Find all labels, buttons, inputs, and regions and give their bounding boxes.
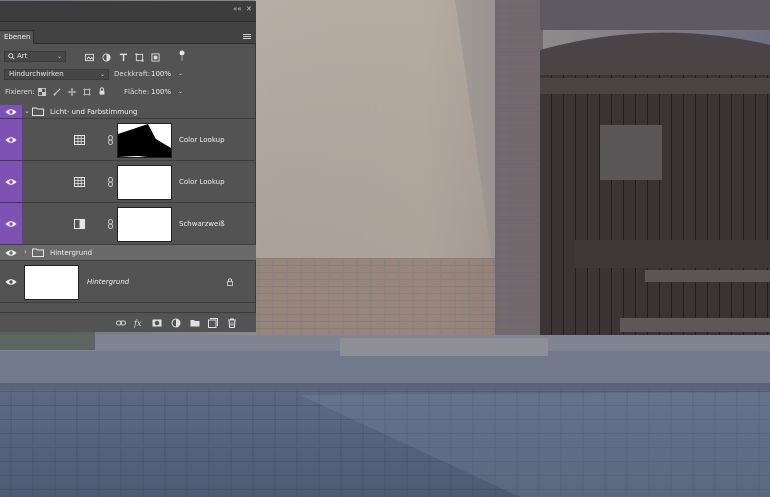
lock-row: Fixieren: Fläche: 100% ⌄ [0,86,256,100]
eye-icon [5,179,17,185]
layer-group-row[interactable]: ⌄ Licht- und Farbstimmung [0,105,256,119]
layer-mask-thumbnail[interactable] [117,165,172,200]
layer-name[interactable]: Schwarzweiß [179,220,225,228]
layer-visibility-toggle[interactable] [0,203,22,244]
table-grid-icon [74,135,85,145]
fill-label: Fläche: [124,88,150,96]
link-icon[interactable] [108,135,113,145]
blend-row: Hindurchwirken ⌄ Deckkraft: 100% ⌄ [0,68,256,82]
layer-thumbnail[interactable] [24,265,79,300]
blend-mode-dropdown[interactable]: Hindurchwirken ⌄ [4,69,109,80]
close-panel-icon[interactable]: ✕ [246,5,252,13]
layer-name[interactable]: Licht- und Farbstimmung [50,108,137,116]
black-white-icon [74,219,85,229]
layer-row[interactable]: Color Lookup [0,119,256,161]
svg-text:fx: fx [134,319,142,328]
layer-mask-thumbnail[interactable] [117,207,172,242]
layer-row[interactable]: Schwarzweiß [0,203,256,245]
fx-icon[interactable]: fx [134,318,144,328]
chevron-down-icon: ⌄ [56,53,62,60]
opacity-slider-chevron-icon[interactable]: ⌄ [178,70,183,77]
layer-mask-thumbnail[interactable] [117,123,172,158]
shape-filter-icon[interactable] [135,53,144,62]
lock-icon [227,278,233,286]
lock-artboard-icon[interactable] [83,88,91,96]
smart-object-filter-icon[interactable] [151,53,160,62]
folder-icon [32,248,44,257]
layers-panel-footer: fx [0,312,256,332]
filter-row: Art ⌄ [0,50,256,64]
filter-toggle-icon[interactable] [178,50,186,62]
chevron-down-icon[interactable]: ⌄ [24,107,30,115]
layer-visibility-toggle[interactable] [0,105,22,118]
search-icon [8,53,15,60]
lock-all-icon[interactable] [98,87,106,95]
layer-name[interactable]: Hintergrund [87,278,129,286]
adjustment-filter-icon[interactable] [102,53,111,62]
eye-icon [5,137,17,143]
opacity-label: Deckkraft: [114,70,151,78]
fill-slider-chevron-icon[interactable]: ⌄ [178,88,183,95]
panel-menu-icon[interactable] [243,34,251,40]
layer-visibility-toggle[interactable] [0,261,22,302]
layer-group-row-selected[interactable]: › Hintergrund [0,245,256,261]
eye-icon [5,250,17,256]
layer-row[interactable]: Hintergrund [0,261,256,303]
blend-mode-value: Hindurchwirken [9,70,64,78]
lock-position-icon[interactable] [68,88,76,96]
add-mask-icon[interactable] [152,318,162,328]
layer-row[interactable]: Color Lookup [0,161,256,203]
panel-title-bar[interactable]: «« ✕ [0,1,256,22]
filter-kind-dropdown[interactable]: Art ⌄ [4,51,66,62]
filter-kind-value: Art [17,52,28,60]
trash-icon[interactable] [227,318,237,328]
layer-name[interactable]: Hintergrund [50,249,92,257]
eye-icon [5,221,17,227]
lock-image-pixels-icon[interactable] [53,88,61,96]
layer-name[interactable]: Color Lookup [179,136,225,144]
opacity-value[interactable]: 100% [151,70,171,78]
layers-panel: «« ✕ Ebenen Art ⌄ Hindurchwirken ⌄ Deckk… [0,1,256,332]
type-filter-icon[interactable] [119,53,128,62]
layer-name[interactable]: Color Lookup [179,178,225,186]
new-layer-icon[interactable] [208,318,218,328]
chevron-down-icon: ⌄ [99,71,105,78]
lock-transparent-pixels-icon[interactable] [38,88,46,96]
eye-icon [5,109,17,115]
layer-visibility-toggle[interactable] [0,119,22,160]
link-layers-icon[interactable] [116,318,126,328]
layer-visibility-toggle[interactable] [0,161,22,202]
eye-icon [5,279,17,285]
mask-shape [118,124,171,157]
lock-label: Fixieren: [5,88,35,96]
link-icon[interactable] [108,177,113,187]
folder-icon [32,107,44,116]
image-filter-icon[interactable] [85,53,94,62]
table-grid-icon [74,177,85,187]
new-adjustment-layer-icon[interactable] [171,318,181,328]
new-group-icon[interactable] [190,318,200,328]
fill-value[interactable]: 100% [151,88,171,96]
link-icon[interactable] [108,219,113,229]
tab-layers[interactable]: Ebenen [0,30,34,44]
panel-tab-bar: Ebenen [0,22,256,44]
layer-visibility-toggle[interactable] [0,245,22,260]
collapse-panel-icon[interactable]: «« [233,5,242,13]
chevron-right-icon[interactable]: › [24,248,27,256]
